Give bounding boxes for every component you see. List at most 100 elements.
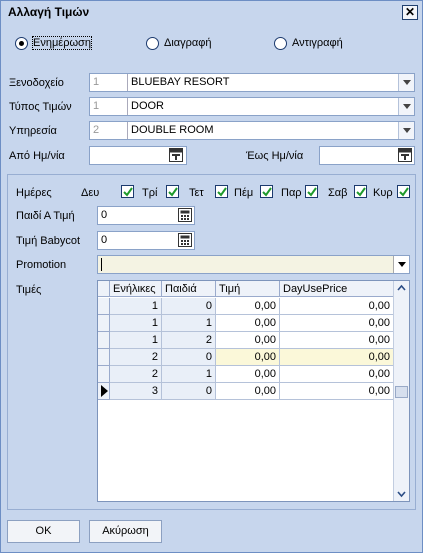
day-checkbox[interactable] [397,185,410,198]
table-cell[interactable]: 1 [110,332,162,349]
table-cell[interactable]: 0,00 [216,383,280,400]
row-header[interactable] [98,298,110,315]
babycot-price-value: 0 [101,234,108,246]
radio-dot [274,36,287,50]
table-cell[interactable]: 0,00 [280,298,394,315]
radio-dot [15,36,28,50]
radio-delete[interactable]: Διαγραφή [146,36,212,50]
column-header-price[interactable]: Τιμή [216,281,280,297]
scroll-thumb[interactable] [395,386,408,398]
hotel-combo[interactable]: 1 BLUEBAY RESORT [89,73,415,92]
price-type-combo[interactable]: 1 DOOR [89,97,415,116]
table-cell[interactable]: 0,00 [216,315,280,332]
table-cell[interactable]: 2 [110,366,162,383]
day-checkbox[interactable] [354,185,367,198]
hotel-value: BLUEBAY RESORT [131,76,230,88]
vertical-scrollbar[interactable] [393,281,409,501]
table-row[interactable]: 1 2 0,00 0,00 [98,332,394,349]
prices-grid[interactable]: Ενήλικες Παιδιά Τιμή DayUsePrice 1 0 0,00 0… [97,280,410,502]
table-cell[interactable]: 1 [110,298,162,315]
day-label: Τρί [142,187,158,199]
date-from-label: Από Ημ/νία [9,150,65,162]
radio-delete-label: Διαγραφή [164,37,212,49]
row-header[interactable] [98,315,110,332]
table-row[interactable]: 1 0 0,00 0,00 [98,298,394,315]
title-bar: Αλλαγή Τιμών ✕ [1,1,422,23]
table-cell[interactable]: 0,00 [280,383,394,400]
babycot-price-label: Τιμή Babycot [16,235,81,247]
day-checkbox[interactable] [166,185,179,198]
hotel-dropdown-button[interactable] [398,74,414,91]
row-header[interactable] [98,366,110,383]
table-cell[interactable]: 0,00 [216,366,280,383]
service-combo[interactable]: 2 DOUBLE ROOM [89,121,415,140]
day-checkbox[interactable] [260,185,273,198]
child-a-price-label: Παιδί Α Τιμή [16,210,75,222]
table-cell[interactable]: 0 [162,298,216,315]
radio-copy-label: Αντιγραφή [292,37,343,49]
table-cell[interactable]: 0,00 [216,332,280,349]
table-cell[interactable]: 0,00 [280,366,394,383]
price-type-code: 1 [90,98,128,115]
calendar-icon[interactable] [398,148,412,162]
table-cell[interactable]: 1 [162,366,216,383]
table-row[interactable]: 2 1 0,00 0,00 [98,366,394,383]
day-checkbox[interactable] [305,185,318,198]
row-header[interactable] [98,383,110,400]
row-header[interactable] [98,332,110,349]
table-cell[interactable]: 2 [162,332,216,349]
calculator-icon[interactable] [178,233,192,247]
calculator-icon[interactable] [178,208,192,222]
close-icon: ✕ [404,5,416,19]
table-cell[interactable]: 1 [110,315,162,332]
chevron-down-icon [398,262,406,267]
table-cell[interactable]: 0,00 [280,332,394,349]
table-cell[interactable]: 1 [162,315,216,332]
table-row[interactable]: 2 0 0,00 0,00 [98,349,394,366]
table-cell[interactable]: 0,00 [216,298,280,315]
promotion-label: Promotion [16,259,67,271]
column-header-adults[interactable]: Ενήλικες [110,281,162,297]
day-checkbox[interactable] [121,185,134,198]
service-dropdown-button[interactable] [398,122,414,139]
radio-copy[interactable]: Αντιγραφή [274,36,343,50]
column-header-children[interactable]: Παιδιά [162,281,216,297]
table-cell[interactable]: 0 [162,383,216,400]
radio-dot [146,36,159,50]
price-type-dropdown-button[interactable] [398,98,414,115]
price-type-value: DOOR [131,100,164,112]
checkmark-icon [262,187,272,197]
calendar-icon[interactable] [169,148,183,162]
day-label: Κυρ [373,187,393,199]
scroll-down-icon[interactable] [394,486,409,501]
table-cell[interactable]: 3 [110,383,162,400]
date-to-label: Έως Ημ/νία [246,150,304,162]
day-label: Πέμ [234,187,254,199]
column-header-dayuseprice[interactable]: DayUsePrice [280,281,394,297]
table-row[interactable]: 3 0 0,00 0,00 [98,383,394,400]
child-a-price-value: 0 [101,209,108,221]
table-cell[interactable]: 2 [110,349,162,366]
promotion-dropdown-button[interactable] [393,256,409,273]
table-cell[interactable]: 0 [162,349,216,366]
day-checkbox[interactable] [215,185,228,198]
ok-button[interactable]: OK [7,520,80,543]
row-header[interactable] [98,349,110,366]
table-row[interactable]: 1 1 0,00 0,00 [98,315,394,332]
radio-update[interactable]: Ενημέρωση [15,36,92,50]
service-label: Υπηρεσία [9,125,57,137]
cancel-button[interactable]: Ακύρωση [89,520,162,543]
service-value: DOUBLE ROOM [131,124,214,136]
checkmark-icon [356,187,366,197]
day-label: Παρ [281,187,302,199]
table-cell[interactable]: 0,00 [280,349,394,366]
scroll-up-icon[interactable] [394,281,409,296]
promotion-combo[interactable] [97,255,410,274]
checkmark-icon [307,187,317,197]
text-caret [101,258,102,271]
day-label: Δευ [81,187,100,199]
table-cell[interactable]: 0,00 [216,349,280,366]
service-code: 2 [90,122,128,139]
close-button[interactable]: ✕ [402,5,418,20]
table-cell[interactable]: 0,00 [280,315,394,332]
